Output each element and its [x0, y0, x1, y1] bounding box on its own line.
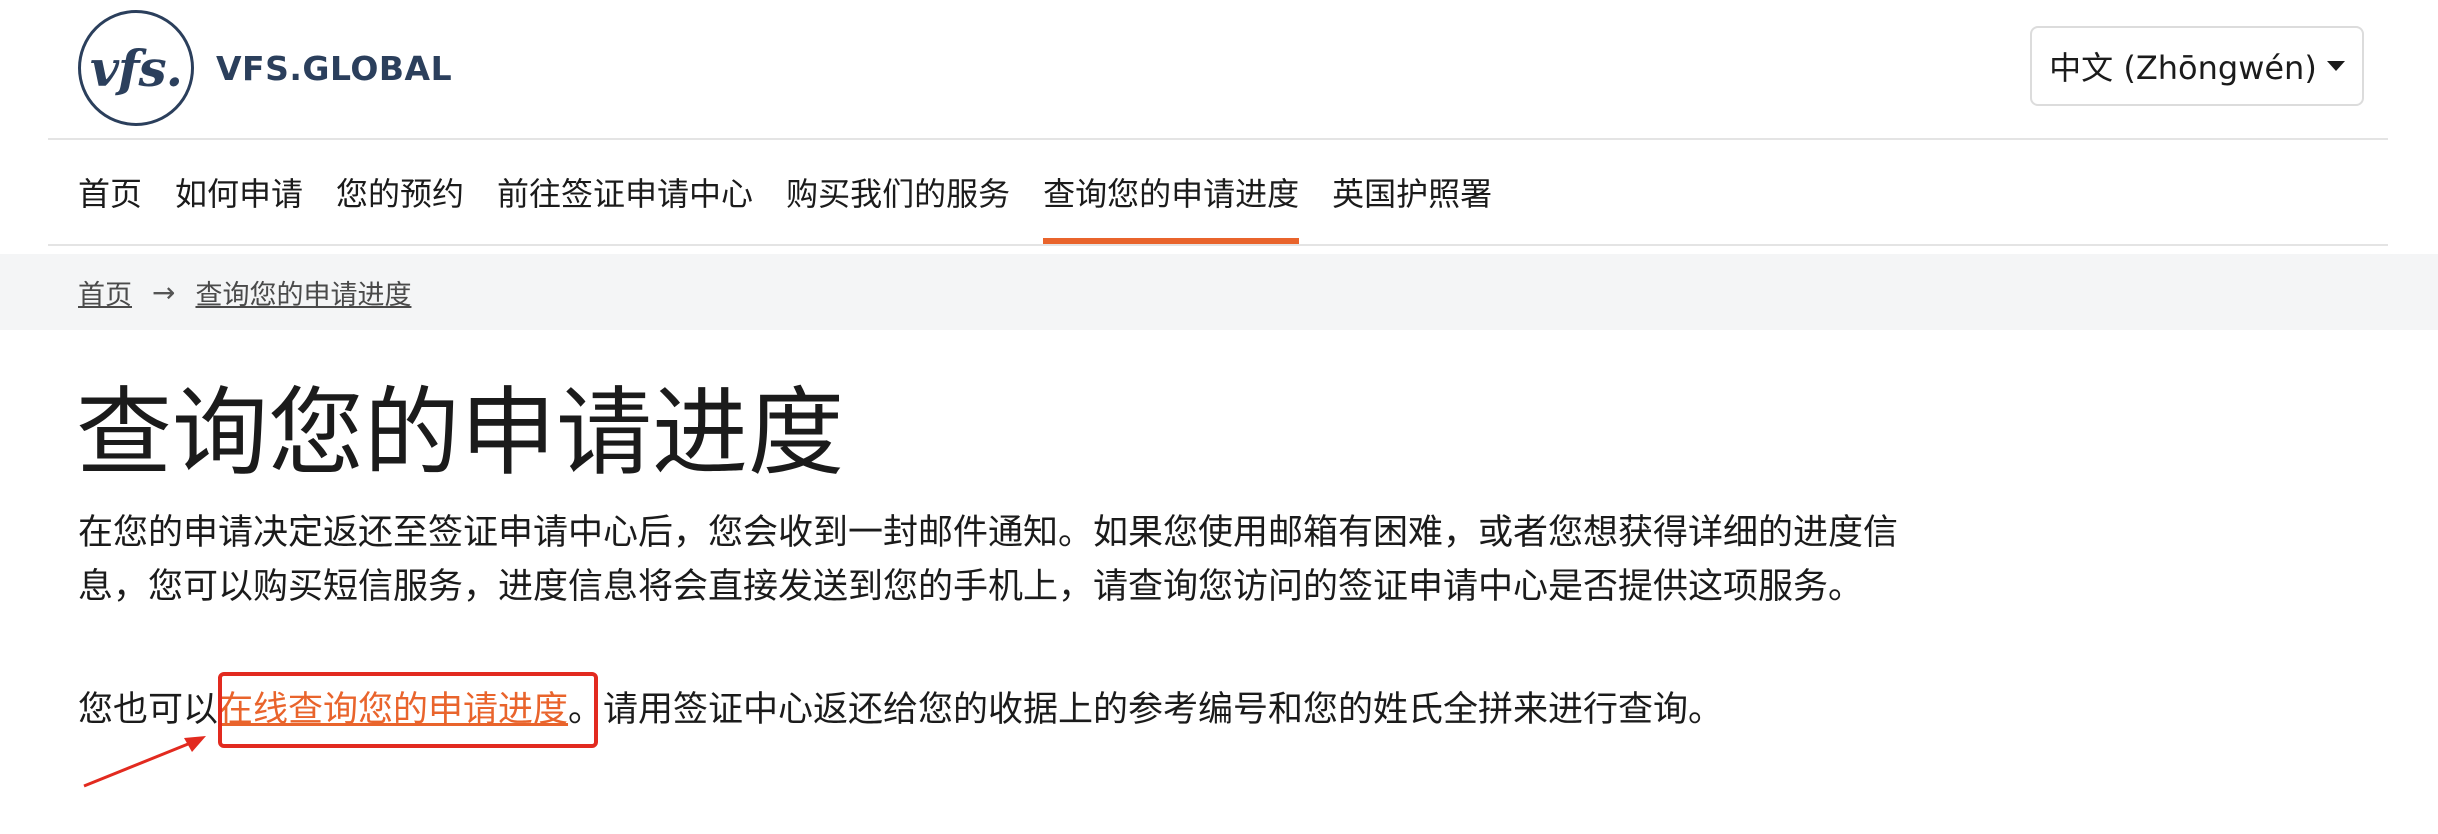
- language-select[interactable]: 中文 (Zhōngwén): [2030, 26, 2364, 106]
- nav-item-home[interactable]: 首页: [78, 140, 142, 244]
- caret-down-icon: [2326, 61, 2345, 71]
- language-selected-label: 中文 (Zhōngwén): [2049, 49, 2317, 87]
- logo-text: VFS.GLOBAL: [216, 48, 453, 88]
- vfs-global-logo[interactable]: vfs. VFS.GLOBAL: [78, 10, 452, 126]
- breadcrumb-home-link[interactable]: 首页: [78, 273, 132, 312]
- nav-item-buy-services[interactable]: 购买我们的服务: [786, 140, 1010, 244]
- annotation-highlight-box: [218, 672, 598, 748]
- paragraph-text-after: 。请用签证中心返还给您的收据上的参考编号和您的姓氏全拼来进行查询。: [568, 690, 1724, 730]
- site-header: vfs. VFS.GLOBAL 中文 (Zhōngwén): [0, 0, 2438, 138]
- main-nav: 首页 如何申请 您的预约 前往签证申请中心 购买我们的服务 查询您的申请进度 英…: [78, 140, 1525, 244]
- nav-item-track-application[interactable]: 查询您的申请进度: [1043, 140, 1300, 244]
- paragraph-text-before: 您也可以: [78, 690, 219, 730]
- breadcrumb-bar: 首页 → 查询您的申请进度: [0, 254, 2438, 330]
- page: vfs. VFS.GLOBAL 中文 (Zhōngwén) 首页 如何申请 您的…: [0, 0, 2438, 834]
- page-title: 查询您的申请进度: [76, 377, 844, 489]
- arrow-right-icon: →: [152, 275, 176, 309]
- breadcrumb: 首页 → 查询您的申请进度: [78, 254, 411, 330]
- nav-divider: [48, 244, 2388, 246]
- nav-item-your-appointment[interactable]: 您的预约: [336, 140, 464, 244]
- annotation-arrow-icon: [83, 736, 206, 788]
- nav-item-how-to-apply[interactable]: 如何申请: [175, 140, 303, 244]
- logo-mark: vfs.: [78, 10, 194, 126]
- nav-item-hm-passport-office[interactable]: 英国护照署: [1332, 140, 1492, 244]
- breadcrumb-current-link[interactable]: 查询您的申请进度: [195, 273, 411, 312]
- intro-paragraph: 在您的申请决定返还至签证申请中心后，您会收到一封邮件通知。如果您使用邮箱有困难，…: [78, 513, 1899, 607]
- nav-item-visit-centre[interactable]: 前往签证申请中心: [497, 140, 753, 244]
